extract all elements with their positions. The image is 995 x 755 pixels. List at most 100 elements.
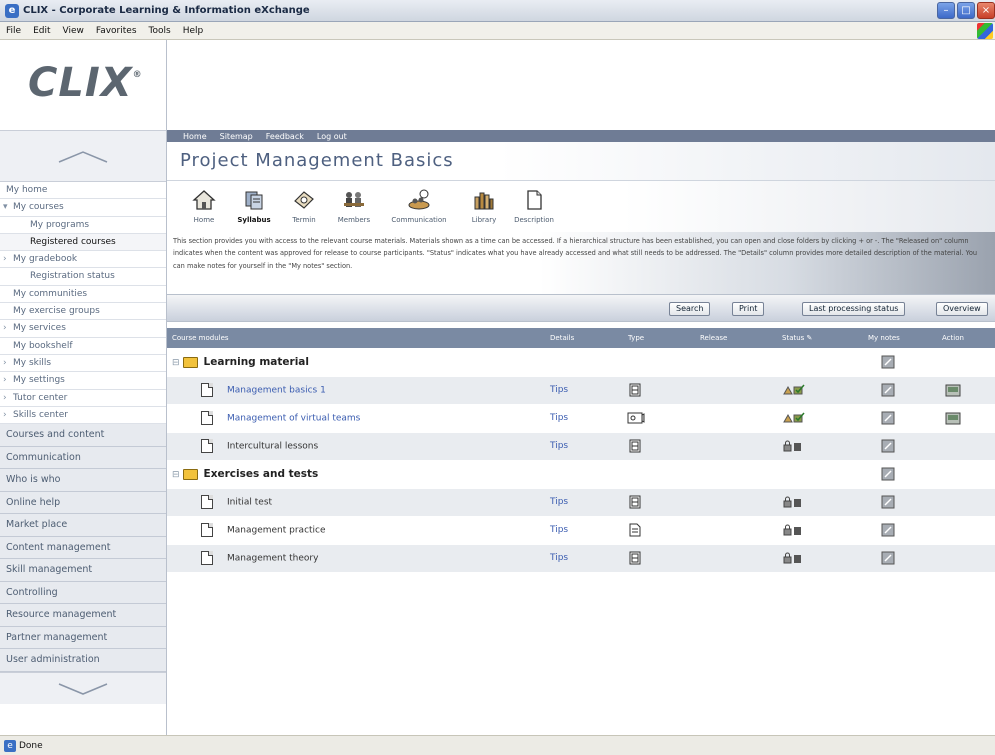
tool-termin[interactable]: Termin	[279, 181, 329, 232]
media-type-icon	[627, 412, 645, 424]
table-row[interactable]: Management of virtual teams Tips	[167, 404, 995, 433]
sidebar-item[interactable]: › My skills	[0, 355, 166, 373]
col-details[interactable]: Details	[545, 328, 623, 348]
sidebar-section[interactable]: User administration	[0, 649, 166, 672]
tool-library[interactable]: Library	[459, 181, 509, 232]
sidebar-section[interactable]: Skill management	[0, 559, 166, 582]
notes-icon[interactable]	[881, 355, 895, 369]
menu-favorites[interactable]: Favorites	[96, 26, 137, 36]
module-link[interactable]: Management basics 1	[227, 386, 326, 396]
sidebar-section[interactable]: Who is who	[0, 469, 166, 492]
search-button[interactable]: Search	[669, 302, 711, 316]
sidebar-section[interactable]: Market place	[0, 514, 166, 537]
minimize-button[interactable]: –	[937, 2, 955, 19]
topnav-sitemap[interactable]: Sitemap	[220, 132, 253, 141]
tips-link[interactable]: Tips	[545, 432, 623, 461]
tool-description[interactable]: Description	[509, 181, 559, 232]
sidebar-section[interactable]: Content management	[0, 536, 166, 560]
sidebar-item[interactable]: › Tutor center	[0, 390, 166, 407]
table-row[interactable]: Management basics 1 Tips	[167, 376, 995, 405]
sidebar-item[interactable]: Registered courses	[0, 233, 166, 252]
maximize-button[interactable]: □	[957, 2, 975, 19]
sidebar-item[interactable]: My programs	[0, 217, 166, 234]
menu-view[interactable]: View	[63, 26, 84, 36]
menu-tools[interactable]: Tools	[149, 26, 171, 36]
tool-home[interactable]: Home	[179, 181, 229, 232]
notes-cell[interactable]	[863, 432, 937, 461]
table-row[interactable]: Management theory Tips	[167, 544, 995, 573]
notes-icon[interactable]	[881, 439, 895, 453]
col-release[interactable]: Release	[695, 328, 777, 348]
notes-cell[interactable]	[863, 404, 937, 433]
topnav-home[interactable]: Home	[183, 132, 207, 141]
notes-icon[interactable]	[881, 467, 895, 481]
tips-link[interactable]: Tips	[545, 516, 623, 545]
table-row[interactable]: Initial test Tips	[167, 488, 995, 517]
sidebar-item[interactable]: My exercise groups	[0, 303, 166, 321]
col-action[interactable]: Action	[937, 328, 995, 348]
sidebar-section[interactable]: Controlling	[0, 581, 166, 605]
document-type-icon	[629, 383, 641, 397]
tips-link[interactable]: Tips	[545, 544, 623, 573]
sidebar-item[interactable]: ▾ My courses	[0, 199, 166, 217]
topnav-logout[interactable]: Log out	[317, 132, 347, 141]
table-row[interactable]: Intercultural lessons Tips	[167, 432, 995, 461]
action-cell[interactable]	[937, 376, 995, 405]
topnav-feedback[interactable]: Feedback	[266, 132, 304, 141]
last-processing-status-button[interactable]: Last processing status	[802, 302, 906, 316]
col-my-notes[interactable]: My notes	[863, 328, 937, 348]
table-row[interactable]: ⊟ Exercises and tests	[167, 460, 995, 489]
notes-cell[interactable]	[863, 488, 937, 517]
type-cell	[623, 516, 695, 545]
close-button[interactable]: ×	[977, 2, 995, 19]
sidebar-section[interactable]: Courses and content	[0, 424, 166, 447]
notes-icon[interactable]	[881, 411, 895, 425]
tips-link[interactable]: Tips	[545, 404, 623, 433]
collapse-icon[interactable]: ⊟	[172, 358, 180, 368]
open-action-icon[interactable]	[945, 384, 961, 397]
sidebar-section[interactable]: Online help	[0, 491, 166, 515]
status-legend-icon: ✎	[806, 334, 813, 342]
sidebar-item[interactable]: › My settings	[0, 372, 166, 390]
col-status[interactable]: Status ✎	[777, 328, 863, 348]
notes-cell[interactable]	[863, 544, 937, 573]
sidebar-item[interactable]: › Skills center	[0, 407, 166, 425]
notes-icon[interactable]	[881, 495, 895, 509]
sidebar-section[interactable]: Communication	[0, 446, 166, 470]
col-type[interactable]: Type	[623, 328, 695, 348]
tool-syllabus[interactable]: Syllabus	[229, 181, 279, 232]
print-button[interactable]: Print	[732, 302, 765, 316]
notes-cell[interactable]	[863, 376, 937, 405]
sidebar-item[interactable]: My bookshelf	[0, 338, 166, 355]
notes-cell[interactable]	[863, 348, 937, 377]
notes-icon[interactable]	[881, 383, 895, 397]
menu-edit[interactable]: Edit	[33, 26, 50, 36]
sidebar-item[interactable]: My communities	[0, 286, 166, 304]
table-row[interactable]: Management practice Tips	[167, 516, 995, 545]
tool-communication[interactable]: Communication	[379, 181, 459, 232]
notes-icon[interactable]	[881, 523, 895, 537]
open-action-icon[interactable]	[945, 412, 961, 425]
module-link[interactable]: Management of virtual teams	[227, 414, 360, 424]
sidebar-section[interactable]: Partner management	[0, 626, 166, 650]
collapse-icon[interactable]: ⊟	[172, 470, 180, 480]
tips-link[interactable]: Tips	[545, 488, 623, 517]
menu-help[interactable]: Help	[183, 26, 204, 36]
sidebar-item[interactable]: My home	[0, 182, 166, 200]
col-course-modules[interactable]: Course modules	[167, 328, 545, 348]
sidebar-scroll-down[interactable]	[0, 671, 166, 704]
sidebar-item[interactable]: › My services	[0, 320, 166, 338]
tips-link[interactable]: Tips	[545, 376, 623, 405]
menu-file[interactable]: File	[6, 26, 21, 36]
action-cell[interactable]	[937, 404, 995, 433]
notes-cell[interactable]	[863, 516, 937, 545]
sidebar-item[interactable]: › My gradebook	[0, 251, 166, 269]
sidebar-section[interactable]: Resource management	[0, 604, 166, 627]
overview-button[interactable]: Overview	[936, 302, 988, 316]
sidebar-scroll-up[interactable]	[0, 130, 166, 182]
sidebar-item[interactable]: Registration status	[0, 268, 166, 286]
notes-icon[interactable]	[881, 551, 895, 565]
notes-cell[interactable]	[863, 460, 937, 489]
tool-members[interactable]: Members	[329, 181, 379, 232]
table-row[interactable]: ⊟ Learning material	[167, 348, 995, 377]
